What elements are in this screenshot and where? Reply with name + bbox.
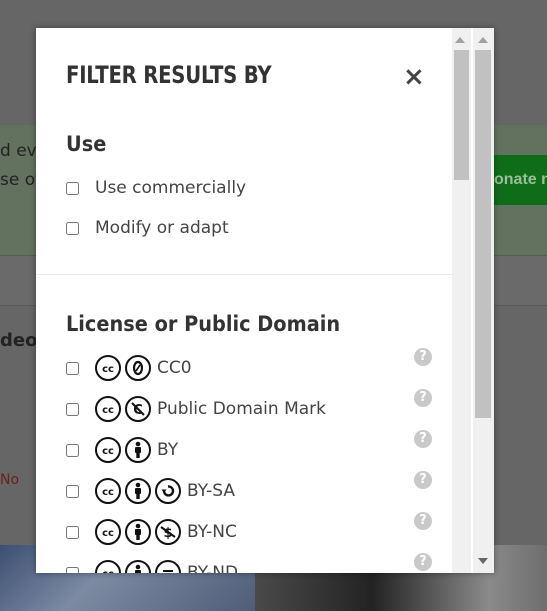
by-nd-checkbox[interactable] (66, 566, 79, 573)
filter-modal: FILTER RESULTS BY × Use Use commercially… (36, 28, 494, 573)
donate-button[interactable]: onate n (494, 155, 547, 205)
use-section-title: Use (66, 132, 107, 156)
help-icon[interactable]: ? (414, 430, 432, 448)
by-checkbox[interactable] (66, 443, 79, 457)
help-icon[interactable]: ? (414, 512, 432, 530)
bg-text-line-2: se of (0, 170, 42, 190)
cc-icon: cc (95, 560, 121, 573)
use-commercially-label: Use commercially (95, 178, 247, 198)
help-icon[interactable]: ? (414, 348, 432, 366)
by-nc-label: BY-NC (187, 522, 237, 542)
modal-scrollbar[interactable] (452, 28, 471, 573)
nc-icon: $ (155, 519, 181, 545)
by-label: BY (157, 440, 179, 460)
help-icon[interactable]: ? (414, 553, 432, 571)
bg-side-label: deo (0, 330, 38, 351)
page-scroll-down-arrow-icon[interactable] (478, 558, 488, 564)
scroll-up-arrow-icon[interactable] (455, 37, 465, 43)
section-divider (36, 274, 452, 275)
cc0-label: CC0 (157, 358, 192, 378)
modify-adapt-option[interactable]: Modify or adapt (66, 216, 229, 240)
cc-icon: cc (95, 437, 121, 463)
pdm-label: Public Domain Mark (157, 399, 327, 419)
sa-icon (155, 478, 181, 504)
license-section-title: License or Public Domain (66, 312, 341, 336)
page-scroll-up-arrow-icon[interactable] (478, 37, 488, 43)
close-icon[interactable]: × (403, 64, 425, 90)
pdm-checkbox[interactable] (66, 402, 79, 416)
svg-text:cc: cc (102, 487, 114, 497)
svg-text:cc: cc (102, 569, 114, 573)
license-option-by-sa[interactable]: cc BY-SA ? (66, 471, 432, 507)
modal-content: FILTER RESULTS BY × Use Use commercially… (36, 28, 452, 573)
cc-icon: cc (95, 478, 121, 504)
use-commercially-checkbox[interactable] (66, 181, 79, 195)
cc0-checkbox[interactable] (66, 361, 79, 375)
donate-label: onate n (494, 171, 547, 188)
license-option-by-nd[interactable]: cc BY-ND ? (66, 553, 432, 573)
svg-text:cc: cc (102, 528, 114, 538)
by-icon (125, 437, 151, 463)
by-icon (125, 478, 151, 504)
license-option-cc0[interactable]: cc CC0 ? (66, 348, 432, 384)
pd-icon: C (125, 396, 151, 422)
by-icon (125, 519, 151, 545)
license-option-by-nc[interactable]: cc $ BY-NC ? (66, 512, 432, 548)
by-nc-checkbox[interactable] (66, 525, 79, 539)
cc-icon: cc (95, 396, 121, 422)
zero-icon (125, 355, 151, 381)
bg-no-label: No (0, 472, 20, 488)
help-icon[interactable]: ? (414, 471, 432, 489)
use-commercially-option[interactable]: Use commercially (66, 176, 246, 200)
license-option-pdm[interactable]: cc C Public Domain Mark ? (66, 389, 432, 425)
license-option-by[interactable]: cc BY ? (66, 430, 432, 466)
by-icon (125, 560, 151, 573)
nd-icon (155, 560, 181, 573)
by-nd-label: BY-ND (187, 563, 239, 573)
cc-icon: cc (95, 355, 121, 381)
svg-text:cc: cc (102, 364, 114, 374)
modify-adapt-checkbox[interactable] (66, 221, 79, 235)
bg-text-line-1: d ev (0, 141, 37, 161)
page-scrollbar-thumb[interactable] (475, 50, 491, 418)
modify-adapt-label: Modify or adapt (95, 218, 229, 238)
by-sa-label: BY-SA (187, 481, 235, 501)
modal-title: FILTER RESULTS BY (66, 61, 272, 89)
page-scrollbar[interactable] (473, 28, 494, 573)
svg-text:cc: cc (102, 405, 114, 415)
cc-icon: cc (95, 519, 121, 545)
by-sa-checkbox[interactable] (66, 484, 79, 498)
scrollbar-thumb[interactable] (454, 50, 469, 180)
help-icon[interactable]: ? (414, 389, 432, 407)
svg-text:cc: cc (102, 446, 114, 456)
